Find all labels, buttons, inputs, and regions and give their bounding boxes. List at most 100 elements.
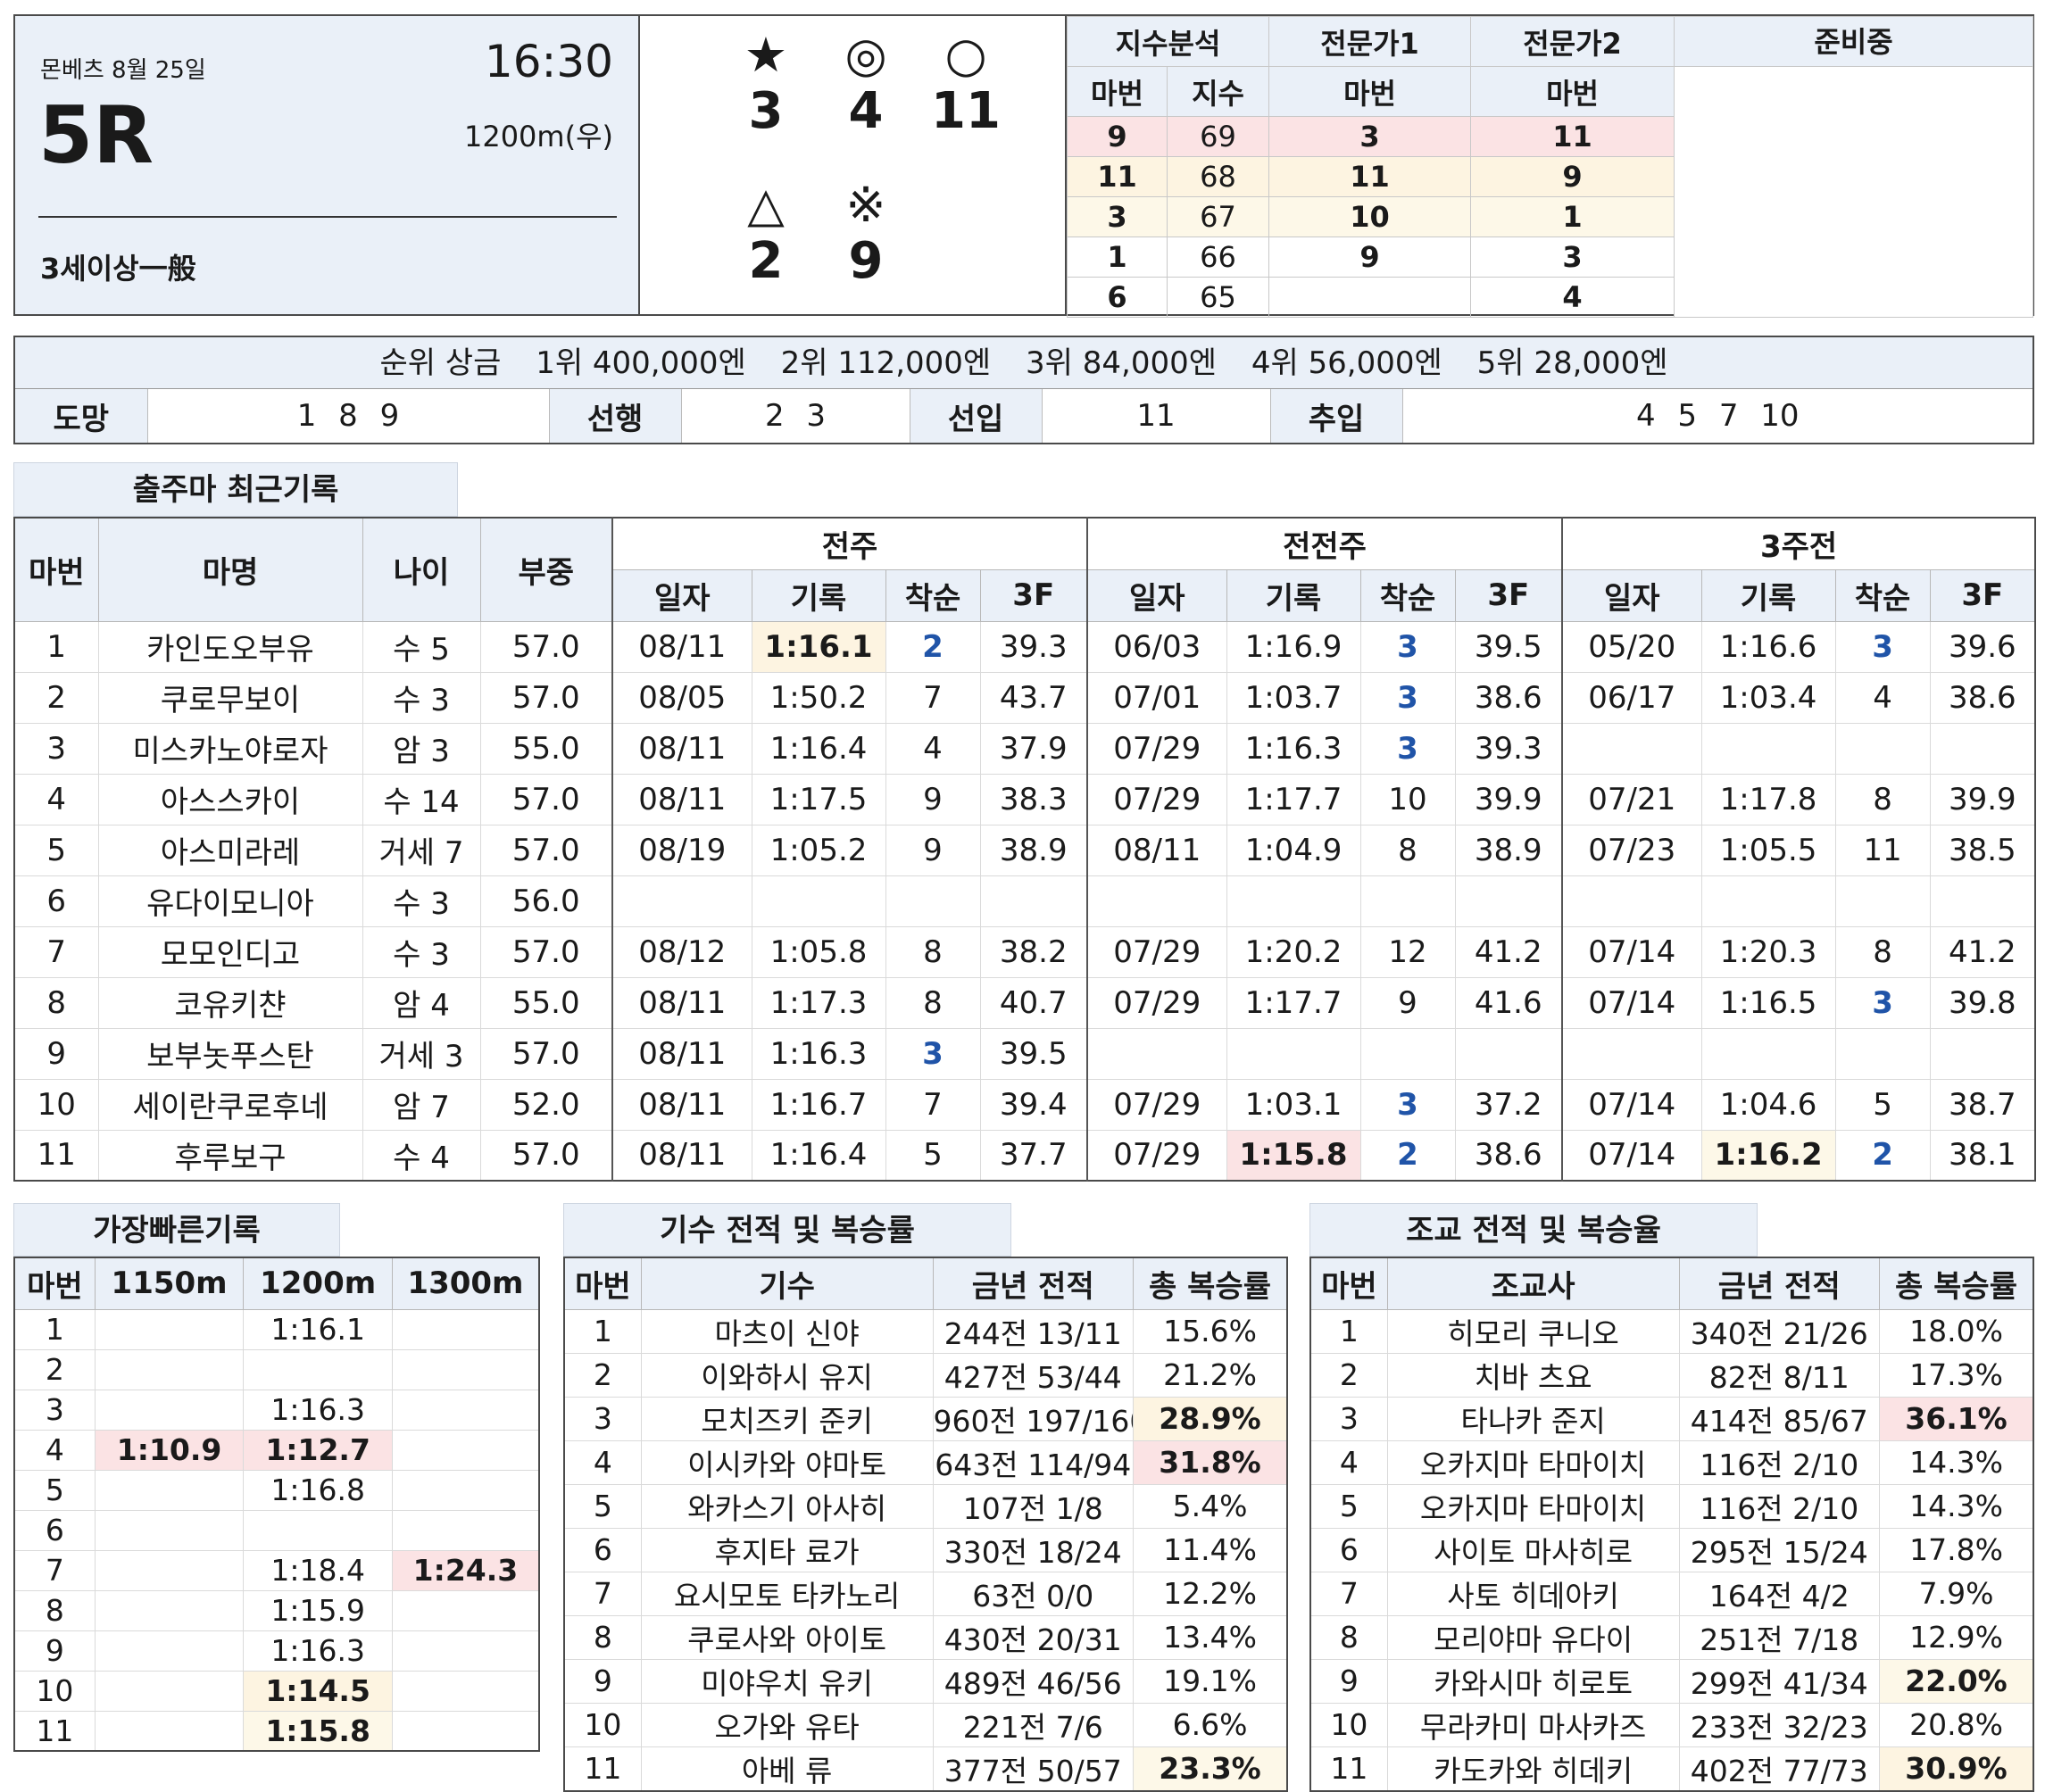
table-cell: 38.5 <box>1929 824 2036 876</box>
running-style-table: 도망 1 8 9 선행 2 3 선입 11 추입 4 5 7 10 <box>15 389 2033 443</box>
table-cell: 39.6 <box>1929 620 2036 673</box>
table-cell: 9 <box>13 1027 99 1080</box>
table-cell: 1:17.3 <box>751 976 886 1029</box>
table-cell: 3 <box>1359 1078 1456 1131</box>
race-class: 3세이상一般 <box>40 252 196 286</box>
table-cell: 36.1% <box>1879 1396 2034 1441</box>
table-cell: 2 <box>563 1352 642 1398</box>
table-row: 9 카와시마 히로토 299전 41/34 22.0% <box>1309 1658 2034 1704</box>
table-cell: 38.9 <box>1454 824 1563 876</box>
table-cell: 18.0% <box>1879 1308 2034 1354</box>
table-cell: 3 <box>1834 976 1931 1029</box>
table-row: 5 와카스기 아사히 107전 1/8 5.4% <box>563 1483 1288 1529</box>
table-cell: 489전 46/56 <box>932 1658 1135 1704</box>
table-cell: 10 <box>13 1078 99 1131</box>
pick-triangle: △ 2 <box>717 178 815 291</box>
table-cell: 10 <box>563 1702 642 1747</box>
table-cell: 1:16.1 <box>243 1308 393 1350</box>
jockey-stats-body: 1 마츠이 신야 244전 13/11 15.6% 2 이와하시 유지 427전 53/44… <box>563 1308 1288 1791</box>
table-cell: 38.9 <box>979 824 1088 876</box>
table-cell: 08/19 <box>611 824 752 876</box>
table-cell <box>1359 875 1456 927</box>
table-cell <box>94 1469 245 1511</box>
table-cell: 모치즈키 준키 <box>640 1396 934 1441</box>
preparing-column: 준비중 <box>1674 16 2034 318</box>
table-row: 2 <box>13 1348 540 1390</box>
table-cell <box>94 1348 245 1390</box>
table-cell <box>1700 875 1836 927</box>
table-cell: 수 3 <box>362 925 481 978</box>
table-row: 4 아스스카이 수 14 57.0 08/11 1:17.5 9 38.3 07/29 1:17.… <box>13 773 2036 825</box>
race-time: 16:30 <box>484 36 613 87</box>
table-cell: 암 3 <box>362 722 481 775</box>
table-cell: 이시카와 야마토 <box>640 1439 934 1485</box>
table-cell: 수 4 <box>362 1129 481 1182</box>
table-cell: 1:16.8 <box>243 1469 393 1511</box>
table-cell: 미야우치 유키 <box>640 1658 934 1704</box>
table-row: 2 쿠로무보이 수 3 57.0 08/05 1:50.2 7 43.7 07/01 1:03.7… <box>13 671 2036 724</box>
circle-icon: ○ <box>944 27 987 83</box>
table-cell: 12.2% <box>1133 1571 1288 1616</box>
table-cell: 유다이모니아 <box>97 875 363 927</box>
table-cell: 08/11 <box>611 976 752 1029</box>
table-cell: 39.5 <box>1454 620 1563 673</box>
table-row: 10 1:14.5 <box>13 1670 540 1712</box>
table-cell: 07/29 <box>1086 976 1227 1029</box>
table-cell <box>94 1589 245 1631</box>
table-cell <box>1929 875 2036 927</box>
table-cell: 402전 77/73 <box>1678 1746 1881 1791</box>
pick-double-circle: ◎ 4 <box>817 29 915 141</box>
col-header: 금년 전적 <box>1678 1257 1881 1310</box>
pace-label: 도망 <box>15 389 148 443</box>
table-cell <box>1086 875 1227 927</box>
table-cell: 1:05.5 <box>1700 824 1836 876</box>
table-cell: 08/11 <box>611 1078 752 1131</box>
prize-item: 5위 28,000엔 <box>1476 345 1668 381</box>
col-header: 마번 <box>13 1257 96 1310</box>
table-cell: 08/11 <box>611 1027 752 1080</box>
sub-header: 일자 <box>1086 568 1227 622</box>
sub-header: 3F <box>979 568 1088 622</box>
table-cell: 57.0 <box>479 671 613 724</box>
table-cell: 치바 츠요 <box>1386 1352 1680 1398</box>
table-cell: 41.2 <box>1929 925 2036 978</box>
table-cell: 19.1% <box>1133 1658 1288 1704</box>
divider <box>38 216 617 218</box>
table-cell: 1:20.3 <box>1700 925 1836 978</box>
table-row: 3 모치즈키 준키 960전 197/160 28.9% <box>563 1396 1288 1441</box>
table-cell <box>243 1348 393 1390</box>
table-cell: 암 4 <box>362 976 481 1029</box>
sub-header: 착순 <box>1359 568 1456 622</box>
pace-label: 추입 <box>1270 389 1403 443</box>
reference-mark-icon: ※ <box>845 177 886 233</box>
table-cell: 10 <box>1309 1702 1388 1747</box>
table-cell: 오카지마 타마이치 <box>1386 1439 1680 1485</box>
table-row: 1 1:16.1 <box>13 1308 540 1350</box>
table-cell <box>885 875 981 927</box>
table-cell: 요시모토 타카노리 <box>640 1571 934 1616</box>
fastest-records-table: 마번 1150m 1200m 1300m 1 1:16.1 2 3 1:16.3 4 1:1… <box>13 1257 540 1752</box>
table-cell: 1:18.4 <box>243 1549 393 1591</box>
prize-item: 2위 112,000엔 <box>780 345 992 381</box>
table-cell: 08/11 <box>611 1129 752 1182</box>
table-cell: 31.8% <box>1133 1439 1288 1485</box>
table-cell: 1:17.7 <box>1226 976 1361 1029</box>
table-cell: 7 <box>885 671 981 724</box>
table-cell: 8 <box>13 976 99 1029</box>
table-cell: 7 <box>13 925 99 978</box>
table-cell: 5 <box>13 824 99 876</box>
table-cell: 모모인디고 <box>97 925 363 978</box>
table-row: 6 유다이모니아 수 3 56.0 <box>13 875 2036 927</box>
col-header: 마번 <box>1309 1257 1388 1310</box>
group-header: 3주전 <box>1561 517 2036 570</box>
sub-header: 3F <box>1929 568 2036 622</box>
table-row: 4 1:10.9 1:12.7 <box>13 1429 540 1471</box>
table-cell <box>94 1630 245 1672</box>
table-cell: 233전 32/23 <box>1678 1702 1881 1747</box>
table-cell: 카인도오부유 <box>97 620 363 673</box>
table-cell: 5 <box>13 1469 96 1511</box>
pace-label: 선행 <box>549 389 682 443</box>
table-cell: 1:03.7 <box>1226 671 1361 724</box>
table-cell: 3 <box>1309 1396 1388 1441</box>
table-cell: 1:17.5 <box>751 773 886 825</box>
